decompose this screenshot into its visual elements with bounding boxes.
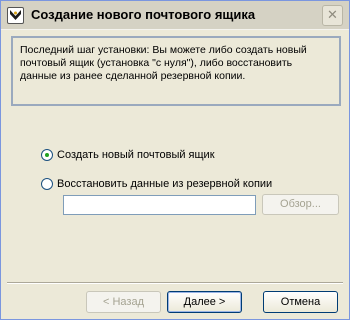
restore-backup-radio[interactable]	[41, 178, 53, 190]
restore-backup-option[interactable]: Восстановить данные из резервной копии	[41, 178, 272, 190]
create-mailbox-radio[interactable]	[41, 149, 53, 161]
radio-selected-dot	[45, 153, 49, 157]
title-bar[interactable]: Создание нового почтового ящика ✕	[1, 1, 349, 30]
next-button[interactable]: Далее >	[167, 291, 242, 313]
app-logo-icon	[7, 7, 24, 24]
footer-divider	[7, 282, 343, 284]
window-title: Создание нового почтового ящика	[31, 7, 256, 22]
browse-button[interactable]: Обзор...	[262, 194, 339, 215]
backup-path-input[interactable]	[63, 195, 256, 215]
close-button[interactable]: ✕	[322, 5, 343, 26]
create-mailbox-label: Создать новый почтовый ящик	[57, 149, 215, 161]
create-mailbox-option[interactable]: Создать новый почтовый ящик	[41, 149, 215, 161]
info-panel: Последний шаг установки: Вы можете либо …	[11, 36, 341, 106]
back-button[interactable]: < Назад	[86, 291, 161, 313]
new-mailbox-dialog: Создание нового почтового ящика ✕ Послед…	[0, 0, 350, 320]
info-text: Последний шаг установки: Вы можете либо …	[20, 44, 307, 82]
restore-backup-label: Восстановить данные из резервной копии	[57, 178, 273, 190]
cancel-button[interactable]: Отмена	[263, 291, 338, 313]
